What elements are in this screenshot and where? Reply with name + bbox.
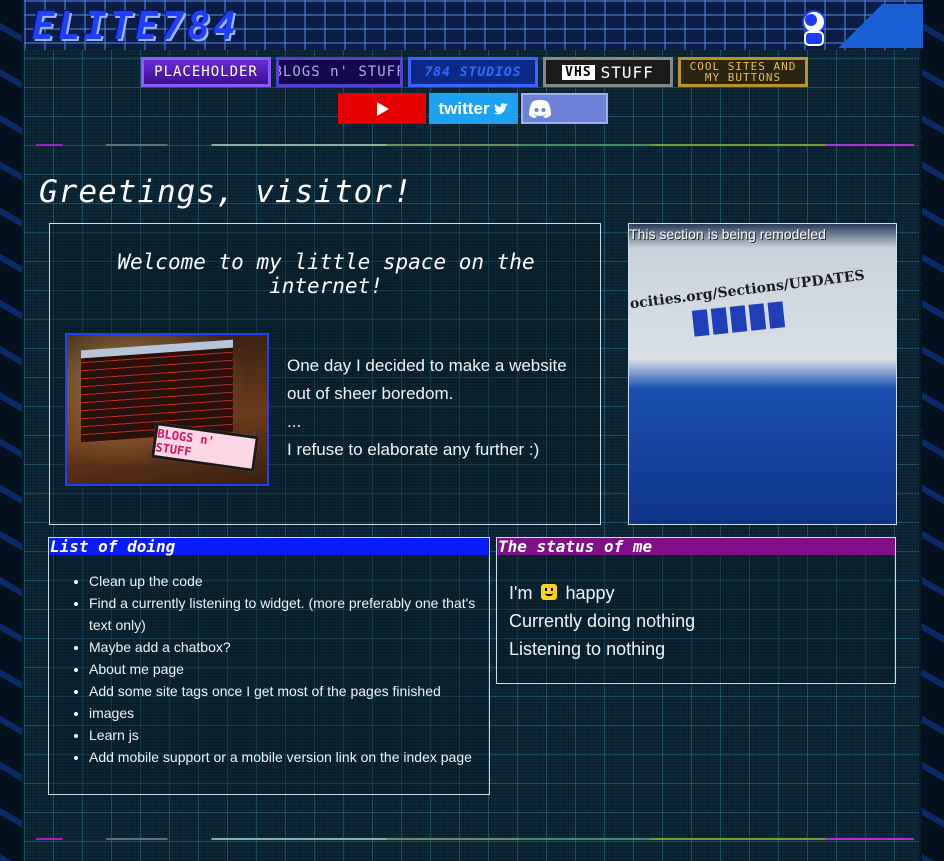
welcome-line-2: ... — [287, 412, 302, 431]
nav-vhs-stuff-button[interactable]: VHS STUFF — [543, 57, 673, 87]
discord-icon — [529, 99, 551, 118]
nav-cool-sites-button[interactable]: COOL SITES AND MY BUTTONS — [678, 57, 808, 87]
list-item: Add some site tags once I get most of th… — [89, 680, 484, 702]
welcome-text: One day I decided to make a website out … — [287, 352, 587, 464]
site-logo[interactable]: ELITE784 — [32, 4, 239, 48]
status-title: The status of me — [497, 538, 895, 555]
photo-sign: BLOGS n' STUFF — [151, 421, 259, 473]
vhs-badge: VHS — [562, 64, 595, 80]
list-item: About me page — [89, 658, 484, 680]
mood-prefix: I'm — [509, 583, 533, 603]
discord-button[interactable] — [521, 93, 608, 124]
twitter-label: twitter — [438, 98, 490, 118]
header-banner: ELITE784 — [24, 0, 923, 50]
todo-panel: List of doing Clean up the code Find a c… — [48, 537, 490, 795]
list-item: Add mobile support or a mobile version l… — [89, 746, 484, 768]
mood-value: happy — [565, 583, 615, 603]
status-text: I'm happy Currently doing nothing Listen… — [509, 579, 695, 663]
list-item: Find a currently listening to widget. (m… — [89, 592, 484, 636]
smiley-icon — [541, 584, 558, 600]
page-title: Greetings, visitor! — [39, 174, 413, 210]
nav-placeholder-button[interactable]: PLACEHOLDER — [141, 57, 271, 87]
status-panel: The status of me I'm happy Currently doi… — [496, 537, 896, 684]
mood-line: I'm happy — [509, 579, 695, 607]
welcome-line-3: I refuse to elaborate any further :) — [287, 440, 540, 459]
todo-title: List of doing — [49, 538, 489, 555]
main-page: ELITE784 PLACEHOLDER BLOGS n' STUFF 784 … — [22, 0, 923, 861]
nav-blogs-button[interactable]: BLOGS n' STUFF — [276, 57, 403, 87]
todo-list: Clean up the code Find a currently liste… — [89, 570, 484, 768]
nav-studios-button[interactable]: 784 STUDIOS — [408, 57, 538, 87]
welcome-title: Welcome to my little space on the intern… — [117, 250, 535, 298]
rainbow-divider-bottom — [36, 838, 914, 840]
welcome-panel: Welcome to my little space on the intern… — [49, 223, 601, 525]
remodel-panel: This section is being remodeled ocities.… — [628, 223, 897, 525]
list-item: images — [89, 702, 484, 724]
social-links: twitter — [338, 93, 608, 124]
right-edge-decoration — [922, 0, 944, 861]
rainbow-divider-top — [36, 144, 914, 146]
list-item: Learn js — [89, 724, 484, 746]
welcome-line-1: One day I decided to make a website out … — [287, 356, 567, 403]
mascot-icon — [802, 10, 826, 46]
twitter-bird-icon — [493, 102, 508, 114]
list-item: Clean up the code — [89, 570, 484, 592]
twitter-button[interactable]: twitter — [429, 93, 518, 124]
left-edge-decoration — [0, 0, 22, 861]
youtube-play-icon — [377, 101, 389, 116]
vhs-label: STUFF — [600, 62, 654, 82]
doing-line: Currently doing nothing — [509, 611, 696, 631]
remodel-bars-image — [691, 301, 786, 337]
remodel-label: This section is being remodeled — [629, 226, 826, 242]
youtube-button[interactable] — [338, 93, 426, 124]
listening-line: Listening to nothing — [509, 639, 666, 659]
nav-bar: PLACEHOLDER BLOGS n' STUFF 784 STUDIOS V… — [141, 57, 808, 87]
list-item: Maybe add a chatbox? — [89, 636, 484, 658]
desk-photo: BLOGS n' STUFF — [65, 333, 269, 486]
